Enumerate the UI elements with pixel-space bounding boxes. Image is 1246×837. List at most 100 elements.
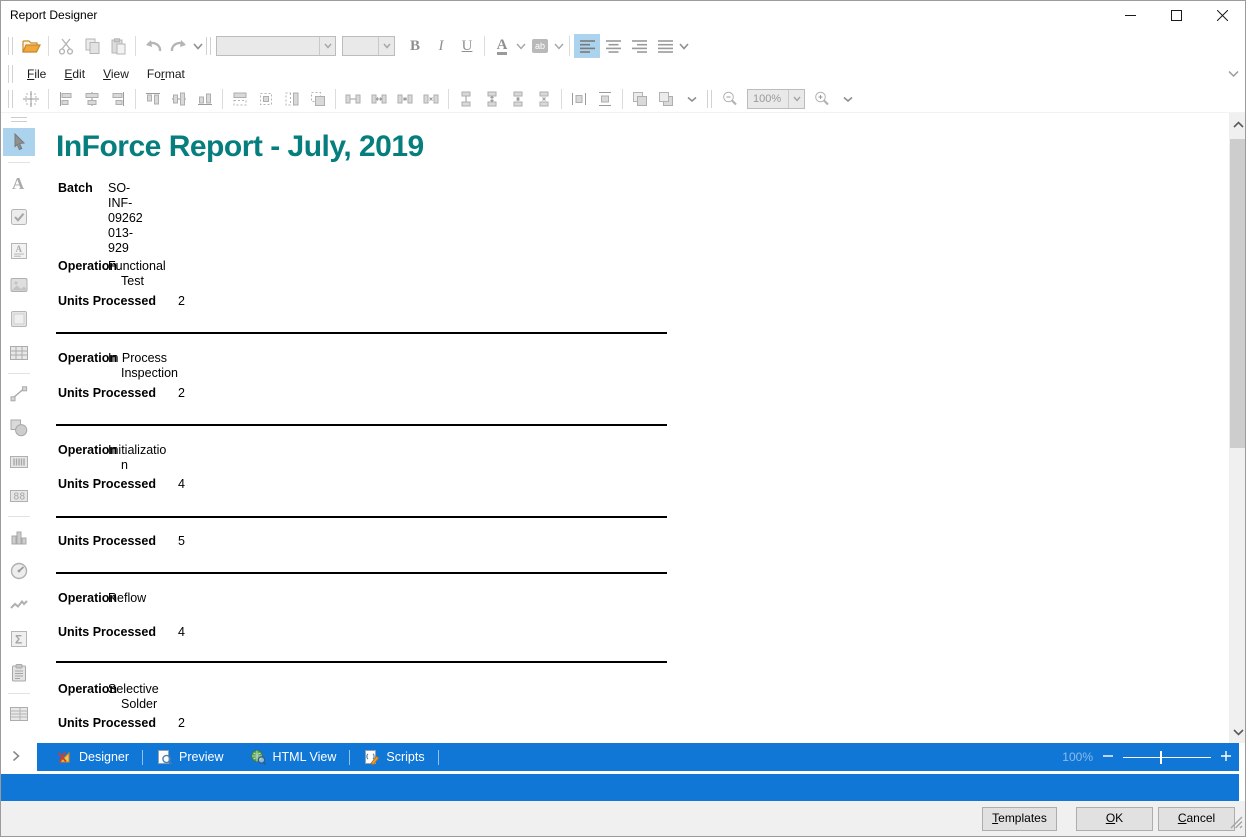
snap-to-grid-button[interactable] [18, 87, 44, 111]
justify-button[interactable] [652, 34, 678, 58]
undo-button[interactable] [140, 34, 166, 58]
cancel-button[interactable]: Cancel [1158, 807, 1235, 831]
increase-vertical-spacing-button[interactable] [479, 87, 505, 111]
templates-button[interactable]: Templates [982, 807, 1057, 831]
tool-check-box[interactable] [3, 203, 35, 231]
equal-height-button[interactable] [279, 87, 305, 111]
report-separator-line[interactable] [56, 661, 667, 663]
scroll-down-button[interactable] [1229, 723, 1246, 741]
tool-zip-code[interactable]: 88 [3, 482, 35, 510]
align-right-edges-button[interactable] [105, 87, 131, 111]
tool-chart[interactable] [3, 523, 35, 551]
align-left-edges-button[interactable] [53, 87, 79, 111]
vertical-scrollbar[interactable] [1229, 113, 1246, 743]
report-separator-line[interactable] [56, 516, 667, 518]
minimize-button[interactable] [1107, 1, 1153, 29]
zoom-slider[interactable] [1123, 757, 1211, 758]
combo-dropdown-button[interactable] [319, 37, 335, 55]
align-left-button[interactable] [574, 34, 600, 58]
combo-dropdown-button[interactable] [788, 90, 804, 108]
font-name-combo[interactable] [216, 36, 336, 56]
toolbar-grip[interactable] [707, 90, 712, 108]
paste-button[interactable] [105, 34, 131, 58]
tool-picture-box[interactable] [3, 271, 35, 299]
cut-button[interactable] [53, 34, 79, 58]
zoom-slider-thumb[interactable] [1160, 751, 1162, 764]
decrease-vertical-spacing-button[interactable] [505, 87, 531, 111]
report-canvas[interactable]: InForce Report - July, 2019 BatchSO-INF-… [37, 113, 1229, 743]
scroll-up-button[interactable] [1229, 115, 1246, 133]
bold-button[interactable]: B [402, 34, 428, 58]
center-vertically-button[interactable] [592, 87, 618, 111]
combo-dropdown-button[interactable] [378, 37, 394, 55]
menu-file[interactable]: File [18, 64, 55, 84]
tool-pointer[interactable] [3, 128, 35, 156]
open-button[interactable] [18, 34, 44, 58]
equal-horizontal-spacing-button[interactable] [340, 87, 366, 111]
resize-grip[interactable] [1229, 815, 1243, 834]
toolbar-grip[interactable] [206, 37, 211, 55]
align-vertical-centers-button[interactable] [166, 87, 192, 111]
align-top-edges-button[interactable] [140, 87, 166, 111]
align-horizontal-centers-button[interactable] [79, 87, 105, 111]
maximize-button[interactable] [1153, 1, 1199, 29]
menubar-overflow-button[interactable] [1228, 67, 1239, 81]
center-horizontally-button[interactable] [566, 87, 592, 111]
toolbox-grip[interactable] [11, 117, 27, 122]
tab-scripts[interactable]: Scripts [350, 743, 437, 771]
toolbox-expand-button[interactable] [12, 749, 20, 767]
tool-line[interactable] [3, 380, 35, 408]
tool-table[interactable] [3, 339, 35, 367]
report-separator-line[interactable] [56, 332, 667, 334]
highlight-button[interactable]: ab [527, 34, 553, 58]
toolbar-grip[interactable] [8, 37, 13, 55]
align-bottom-edges-button[interactable] [192, 87, 218, 111]
tool-label[interactable]: A [3, 169, 35, 197]
tool-barcode[interactable] [3, 448, 35, 476]
tab-preview[interactable]: Preview [143, 743, 236, 771]
close-button[interactable] [1199, 1, 1245, 29]
tool-rich-text[interactable]: A [3, 237, 35, 265]
report-title[interactable]: InForce Report - July, 2019 [56, 130, 424, 164]
tab-designer[interactable]: Designer [43, 743, 142, 771]
font-color-options-button[interactable] [515, 34, 527, 58]
bring-to-front-button[interactable] [627, 87, 653, 111]
send-to-back-button[interactable] [653, 87, 679, 111]
more-chevron-button[interactable] [679, 87, 705, 111]
align-center-button[interactable] [600, 34, 626, 58]
remove-vertical-spacing-button[interactable] [531, 87, 557, 111]
menu-edit[interactable]: Edit [55, 64, 94, 84]
tool-pivot-grid[interactable] [3, 700, 35, 728]
font-size-combo[interactable] [342, 36, 395, 56]
ok-button[interactable]: OK [1076, 807, 1153, 831]
report-separator-line[interactable] [56, 572, 667, 574]
equal-size-button[interactable] [305, 87, 331, 111]
tab-html-view[interactable]: HTML View [237, 743, 350, 771]
tool-shape[interactable] [3, 414, 35, 442]
equal-width-button[interactable] [227, 87, 253, 111]
equal-vertical-spacing-button[interactable] [453, 87, 479, 111]
zoom-in-button[interactable] [1221, 750, 1231, 764]
zoom-level-combo[interactable]: 100% [747, 89, 805, 109]
report-separator-line[interactable] [56, 424, 667, 426]
decrease-horizontal-spacing-button[interactable] [392, 87, 418, 111]
size-to-grid-button[interactable] [253, 87, 279, 111]
toolbar-grip[interactable] [8, 65, 13, 83]
zoom-out-button[interactable] [717, 87, 743, 111]
remove-horizontal-spacing-button[interactable] [418, 87, 444, 111]
toolbar-grip[interactable] [8, 90, 13, 108]
menu-view[interactable]: View [94, 64, 138, 84]
zoom-out-button[interactable] [1103, 750, 1113, 764]
copy-button[interactable] [79, 34, 105, 58]
highlight-options-button[interactable] [553, 34, 565, 58]
menu-format[interactable]: Format [138, 64, 194, 84]
tool-panel[interactable] [3, 305, 35, 333]
undo-options-button[interactable] [192, 34, 204, 58]
increase-horizontal-spacing-button[interactable] [366, 87, 392, 111]
tool-summary[interactable]: Σ [3, 625, 35, 653]
tool-notes[interactable] [3, 659, 35, 687]
italic-button[interactable]: I [428, 34, 454, 58]
zoom-in-button[interactable] [809, 87, 835, 111]
zoom-options-button[interactable] [835, 87, 861, 111]
toolbar-options-button[interactable] [678, 34, 690, 58]
